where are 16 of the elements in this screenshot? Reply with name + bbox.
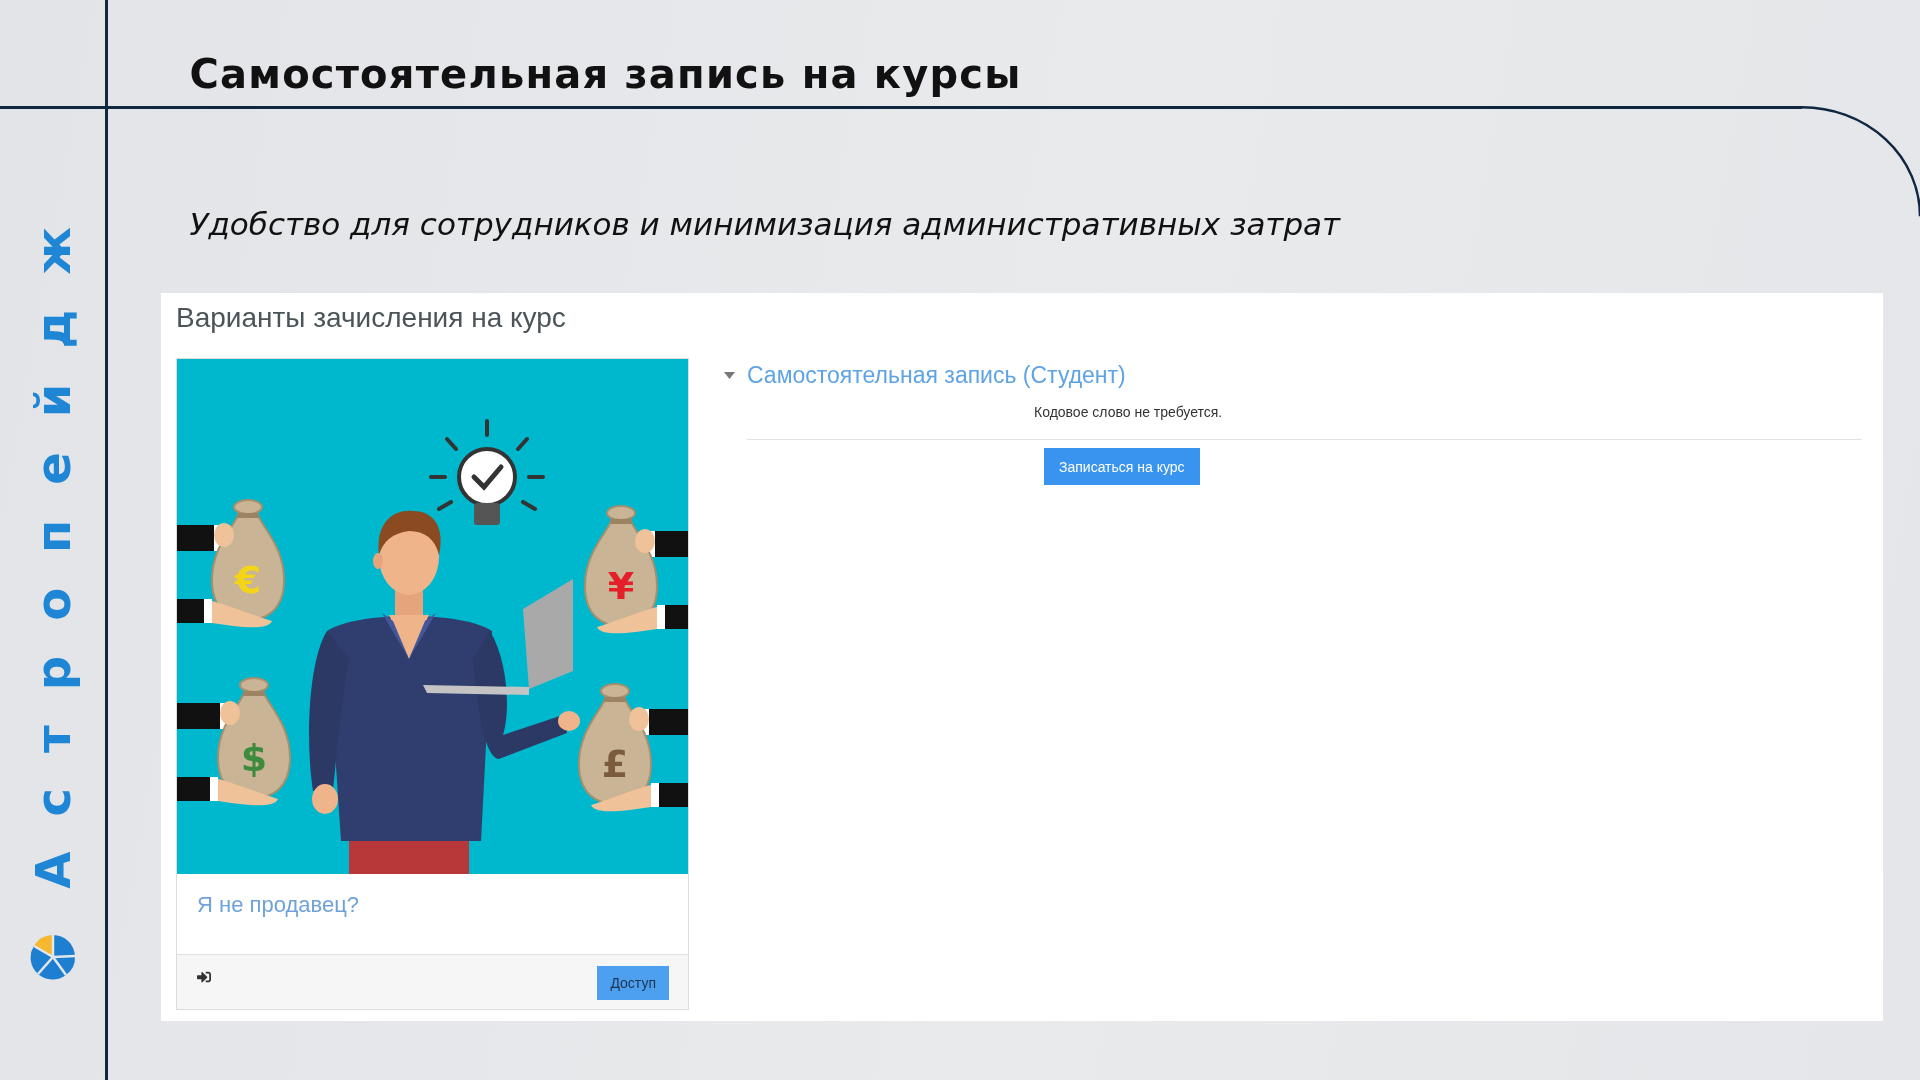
no-key-required-note: Кодовое слово не требуется. bbox=[1034, 403, 1223, 421]
caret-icon[interactable] bbox=[724, 371, 735, 379]
sign-in-icon bbox=[197, 970, 211, 984]
slide-subtitle: Удобство для сотрудников и минимизация административных затрат bbox=[189, 204, 1342, 243]
course-name-link[interactable]: Я не продавец? bbox=[197, 892, 359, 918]
access-button[interactable]: Доступ bbox=[597, 966, 669, 1000]
enrolment-method-heading[interactable]: Самостоятельная запись (Студент) bbox=[747, 361, 1126, 389]
currency-symbol: € bbox=[234, 558, 262, 602]
currency-symbol: ¥ bbox=[607, 564, 635, 608]
enrol-button[interactable]: Записаться на курс bbox=[1044, 448, 1200, 485]
slide-title: Самостоятельная запись на курсы bbox=[189, 50, 1022, 98]
logo-icon bbox=[29, 934, 76, 981]
lightbulb-icon bbox=[429, 419, 545, 525]
currency-symbol: $ bbox=[240, 736, 268, 780]
panel-title: Варианты зачисления на курс bbox=[176, 302, 567, 334]
currency-symbol: £ bbox=[601, 742, 629, 786]
